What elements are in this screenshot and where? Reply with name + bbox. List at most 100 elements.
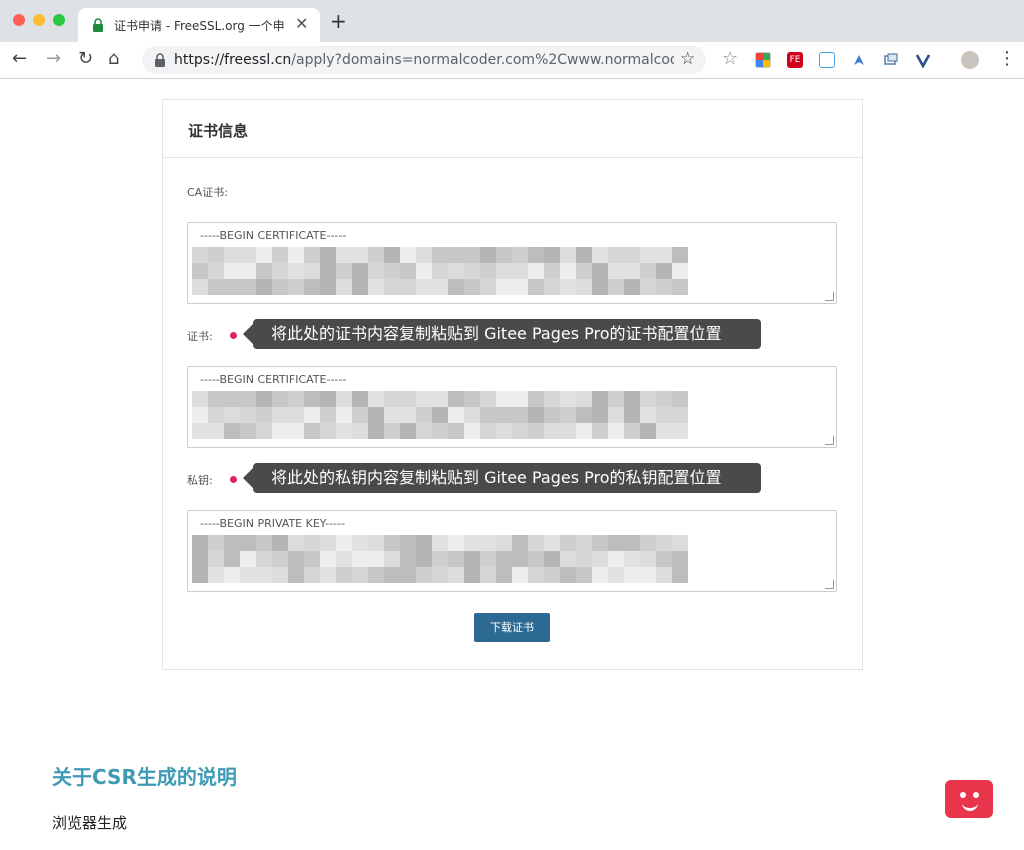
- blur-block: [208, 567, 224, 583]
- address-bar[interactable]: https://freessl.cn/apply?domains=normalc…: [142, 46, 706, 74]
- blur-block: [224, 279, 240, 295]
- browser-toolbar: ← → ↻ ⌂ https://freessl.cn/apply?domains…: [0, 42, 1024, 79]
- csr-section-title: 关于CSR生成的说明: [52, 765, 237, 789]
- blur-block: [336, 247, 352, 263]
- blur-block: [496, 567, 512, 583]
- cert-callout: 将此处的证书内容复制粘贴到 Gitee Pages Pro的证书配置位置: [243, 319, 761, 349]
- blur-block: [256, 567, 272, 583]
- blur-block: [240, 567, 256, 583]
- cert-label: 证书:: [187, 330, 213, 343]
- bot-eye: [973, 792, 979, 798]
- blur-block: [336, 279, 352, 295]
- blur-block: [192, 247, 208, 263]
- blur-block: [560, 279, 576, 295]
- resize-handle[interactable]: [825, 580, 834, 589]
- blur-block: [304, 263, 320, 279]
- private-key-textarea[interactable]: -----BEGIN PRIVATE KEY-----: [187, 510, 837, 592]
- blur-block: [432, 535, 448, 551]
- blur-block: [384, 407, 400, 423]
- new-tab-button[interactable]: +: [330, 11, 347, 31]
- blur-block: [464, 535, 480, 551]
- blur-block: [432, 407, 448, 423]
- blur-block: [416, 391, 432, 407]
- blur-block: [256, 247, 272, 263]
- blur-block: [288, 423, 304, 439]
- blur-block: [528, 247, 544, 263]
- reload-button[interactable]: ↻: [78, 49, 93, 69]
- private-key-text: -----BEGIN PRIVATE KEY-----: [200, 517, 346, 530]
- fe-extension-icon[interactable]: FE: [787, 52, 803, 68]
- blur-block: [592, 535, 608, 551]
- blur-block: [208, 279, 224, 295]
- resize-handle[interactable]: [825, 292, 834, 301]
- blur-block: [432, 247, 448, 263]
- blur-block: [608, 535, 624, 551]
- blur-block: [208, 247, 224, 263]
- blur-block: [672, 279, 688, 295]
- browser-tabbar: 证书申请 - FreeSSL.org 一个申 ✕ +: [0, 0, 1024, 42]
- google-extension-icon[interactable]: [755, 52, 771, 68]
- blur-block: [624, 391, 640, 407]
- blur-block: [496, 551, 512, 567]
- blur-block: [560, 391, 576, 407]
- close-window-button[interactable]: [13, 14, 25, 26]
- blur-block: [448, 567, 464, 583]
- blur-block: [208, 551, 224, 567]
- blur-block: [592, 263, 608, 279]
- lock-icon: [93, 18, 103, 32]
- blur-block: [528, 551, 544, 567]
- blur-block: [480, 263, 496, 279]
- back-button[interactable]: ←: [12, 49, 27, 69]
- blur-block: [496, 407, 512, 423]
- blur-block: [656, 247, 672, 263]
- blur-block: [224, 423, 240, 439]
- resize-handle[interactable]: [825, 436, 834, 445]
- bookmark-star-icon[interactable]: ☆: [680, 49, 695, 69]
- blur-block: [576, 535, 592, 551]
- blur-block: [640, 551, 656, 567]
- window-extension-icon[interactable]: [883, 52, 899, 68]
- blur-block: [592, 407, 608, 423]
- blur-block: [512, 247, 528, 263]
- extension-star-icon[interactable]: ☆: [722, 49, 738, 69]
- blur-block: [368, 247, 384, 263]
- blur-block: [416, 551, 432, 567]
- browser-tab[interactable]: 证书申请 - FreeSSL.org 一个申 ✕: [78, 8, 320, 42]
- browser-menu-icon[interactable]: ⋮: [998, 49, 1016, 69]
- close-tab-icon[interactable]: ✕: [295, 14, 308, 33]
- blur-block: [192, 263, 208, 279]
- cert-text: -----BEGIN CERTIFICATE-----: [200, 373, 347, 386]
- chat-bot-icon[interactable]: [945, 780, 993, 818]
- blur-block: [320, 407, 336, 423]
- blur-block: [208, 407, 224, 423]
- blur-block: [224, 247, 240, 263]
- blur-block: [304, 551, 320, 567]
- minimize-window-button[interactable]: [33, 14, 45, 26]
- blur-block: [544, 567, 560, 583]
- blur-block: [624, 535, 640, 551]
- blur-block: [528, 567, 544, 583]
- blur-block: [416, 535, 432, 551]
- blur-block: [368, 391, 384, 407]
- maximize-window-button[interactable]: [53, 14, 65, 26]
- blur-block: [608, 423, 624, 439]
- v-extension-icon[interactable]: [915, 52, 931, 69]
- blur-block: [480, 551, 496, 567]
- rocket-extension-icon[interactable]: [851, 52, 867, 68]
- blur-block: [320, 535, 336, 551]
- blur-block: [288, 247, 304, 263]
- cert-textarea[interactable]: -----BEGIN CERTIFICATE-----: [187, 366, 837, 448]
- profile-avatar[interactable]: [961, 51, 979, 69]
- forward-button[interactable]: →: [46, 49, 61, 69]
- blur-block: [640, 247, 656, 263]
- download-certificate-button[interactable]: 下载证书: [474, 613, 550, 642]
- blur-block: [608, 567, 624, 583]
- blur-block: [352, 423, 368, 439]
- blur-block: [192, 407, 208, 423]
- ca-cert-textarea[interactable]: -----BEGIN CERTIFICATE-----: [187, 222, 837, 304]
- home-button[interactable]: ⌂: [108, 49, 119, 69]
- blur-block: [288, 567, 304, 583]
- blur-block: [384, 279, 400, 295]
- code-extension-icon[interactable]: [819, 52, 835, 68]
- blur-block: [256, 535, 272, 551]
